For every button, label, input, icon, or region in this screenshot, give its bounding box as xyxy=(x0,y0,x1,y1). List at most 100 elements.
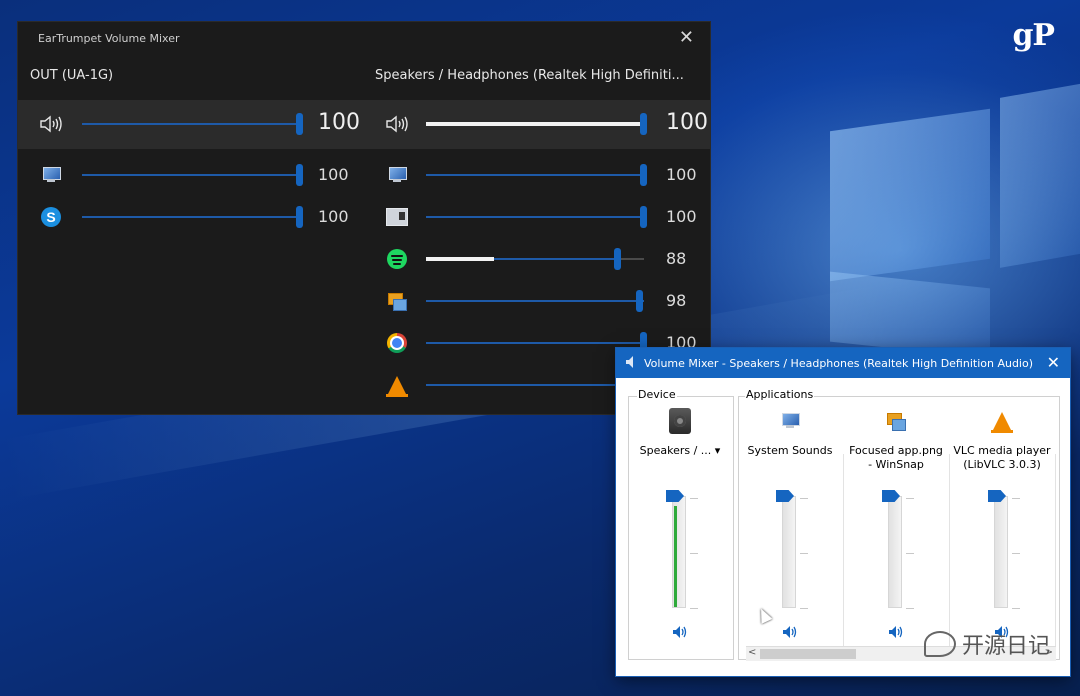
slider-tick xyxy=(800,553,808,554)
wechat-icon xyxy=(923,631,956,657)
watermark: 开源日记 xyxy=(923,628,1050,660)
speaker-icon xyxy=(673,626,687,638)
slider-remaining xyxy=(620,258,644,260)
row-icon-slot xyxy=(386,332,408,354)
winsnap-icon xyxy=(886,412,906,431)
speaker-icon xyxy=(669,408,691,434)
mute-toggle-button[interactable] xyxy=(782,624,798,638)
speaker-volume-icon xyxy=(385,114,409,134)
device-name: Speakers / Headphones (Realtek High Defi… xyxy=(375,68,684,83)
system-sounds-icon xyxy=(387,167,407,183)
device-select[interactable]: Speakers / ... ▾ xyxy=(628,444,732,458)
vertical-volume-track[interactable] xyxy=(888,496,902,608)
slider-tick xyxy=(1012,608,1020,609)
volume-value: 100 xyxy=(318,207,349,226)
system-sounds-icon xyxy=(41,167,61,183)
slider-tick xyxy=(1012,498,1020,499)
slider-tick xyxy=(906,553,914,554)
volume-mixer-close-button[interactable]: ✕ xyxy=(1047,353,1060,372)
app-volume-slider[interactable] xyxy=(82,206,303,228)
mute-toggle-button[interactable] xyxy=(888,624,904,638)
slider-thumb[interactable] xyxy=(636,290,643,312)
app-volume-slider[interactable] xyxy=(426,164,647,186)
slider-thumb[interactable] xyxy=(296,206,303,228)
slider-tick xyxy=(690,553,698,554)
desktop-light-pane xyxy=(830,108,990,282)
volume-mixer-window: Volume Mixer - Speakers / Headphones (Re… xyxy=(616,348,1070,676)
app-volume-slider[interactable] xyxy=(426,374,647,396)
slider-thumb[interactable] xyxy=(640,206,647,228)
system-sounds-icon xyxy=(780,413,800,429)
slider-thumb[interactable] xyxy=(614,248,621,270)
app-name-label: System Sounds xyxy=(738,444,842,458)
device-mixer-column: Speakers / ... ▾ xyxy=(628,406,732,656)
column-label-text: System Sounds xyxy=(747,444,833,457)
row-icon-slot[interactable] xyxy=(40,113,62,135)
vlc-icon xyxy=(991,412,1013,433)
speaker-volume-icon xyxy=(39,114,63,134)
volume-mixer-title-icon xyxy=(626,356,633,368)
volume-value: 100 xyxy=(666,207,697,226)
vertical-volume-track[interactable] xyxy=(782,496,796,608)
winsnap-icon xyxy=(387,292,407,311)
app-volume-slider[interactable] xyxy=(82,164,303,186)
groovypost-logo: gP xyxy=(1012,18,1055,53)
master-volume-slider[interactable] xyxy=(82,113,303,135)
row-icon-slot xyxy=(40,164,62,186)
slider-fill xyxy=(426,257,494,261)
mute-toggle-button[interactable] xyxy=(672,624,688,638)
eartrumpet-window: EarTrumpet Volume Mixer ✕ OUT (UA-1G) 10… xyxy=(18,22,710,414)
vertical-volume-track[interactable] xyxy=(672,496,686,608)
row-icon-slot xyxy=(386,290,408,312)
app-volume-slider[interactable] xyxy=(426,248,644,270)
slider-tick xyxy=(906,498,914,499)
slider-tick xyxy=(906,608,914,609)
app-volume-slider[interactable] xyxy=(426,290,644,312)
column-icon-slot xyxy=(988,406,1016,436)
volume-value: 100 xyxy=(666,110,708,135)
app-volume-slider[interactable] xyxy=(426,332,647,354)
speaker-icon xyxy=(889,626,903,638)
chrome-icon xyxy=(387,333,407,353)
volume-value: 98 xyxy=(666,291,687,310)
master-volume-slider[interactable] xyxy=(426,113,647,135)
app-mixer-column: VLC media player (LibVLC 3.0.3) xyxy=(950,406,1054,656)
app-mixer-column: Focused app.png - WinSnap xyxy=(844,406,948,656)
slider-tick xyxy=(690,608,698,609)
spotify-icon xyxy=(387,249,407,269)
app-volume-slider[interactable] xyxy=(426,206,647,228)
peak-meter xyxy=(674,506,677,607)
app-window-icon xyxy=(386,208,408,226)
column-icon-slot xyxy=(776,406,804,436)
slider-tick xyxy=(800,608,808,609)
applications-group-label: Applications xyxy=(745,388,815,401)
device-column-out: OUT (UA-1G) 100 100 S 100 xyxy=(18,22,364,414)
app-name-label: VLC media player (LibVLC 3.0.3) xyxy=(950,444,1054,472)
speaker-icon xyxy=(783,626,797,638)
app-volume-row: 88 xyxy=(364,244,710,274)
slider-thumb[interactable] xyxy=(296,164,303,186)
column-icon-slot xyxy=(666,406,694,436)
row-icon-slot[interactable] xyxy=(386,113,408,135)
slider-thumb[interactable] xyxy=(640,164,647,186)
slider-thumb[interactable] xyxy=(296,113,303,135)
volume-mixer-titlebar[interactable]: Volume Mixer - Speakers / Headphones (Re… xyxy=(616,348,1070,378)
column-divider xyxy=(1055,454,1056,654)
chevron-down-icon[interactable]: ▾ xyxy=(711,444,721,457)
watermark-text: 开源日记 xyxy=(961,634,1050,659)
vlc-icon xyxy=(386,376,408,397)
vertical-volume-track[interactable] xyxy=(994,496,1008,608)
column-label-text: VLC media player (LibVLC 3.0.3) xyxy=(953,444,1051,471)
column-label-text: Focused app.png - WinSnap xyxy=(849,444,943,471)
app-volume-row: 98 xyxy=(364,286,710,316)
slider-thumb[interactable] xyxy=(640,113,647,135)
volume-mixer-body: Device Applications Speakers / ... ▾ Syst… xyxy=(624,384,1062,668)
slider-fill xyxy=(426,122,640,126)
app-volume-row: 100 xyxy=(364,202,710,232)
scroll-left-arrow[interactable]: < xyxy=(748,647,756,658)
column-icon-slot xyxy=(882,406,910,436)
app-volume-row: 100 xyxy=(18,160,364,190)
row-icon-slot xyxy=(386,206,408,228)
master-volume-row: 100 xyxy=(18,109,364,139)
scrollbar-thumb[interactable] xyxy=(760,649,856,659)
